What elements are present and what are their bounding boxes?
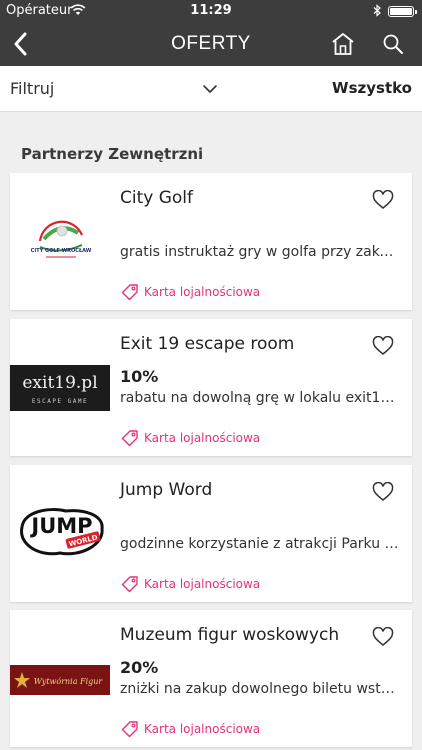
heart-icon[interactable] [372, 627, 394, 647]
tag-icon [121, 576, 138, 593]
clock: 11:29 [190, 3, 232, 18]
offer-amount: 10% [120, 367, 159, 386]
heart-icon[interactable] [372, 336, 394, 356]
tag-icon [121, 284, 138, 301]
heart-icon[interactable] [372, 482, 394, 502]
tag-label: Karta lojalnościowa [144, 722, 261, 736]
bluetooth-icon [373, 4, 381, 17]
navigation-bar: OFERTY [0, 22, 422, 66]
offer-name: Jump Word [120, 480, 213, 500]
wytwornia-figur-logo: Wytwórnia Figur [10, 610, 110, 747]
filter-bar[interactable]: Filtruj Wszystko [0, 66, 422, 112]
search-icon[interactable] [381, 32, 405, 56]
filter-value[interactable]: Wszystko [332, 79, 412, 97]
tag-label: Karta lojalnościowa [144, 431, 261, 445]
tag-icon [121, 721, 138, 738]
status-bar: Opérateur 11:29 [0, 0, 422, 22]
offer-amount: 20% [120, 658, 159, 677]
logo-text: JUMP [29, 514, 92, 538]
offer-name: City Golf [120, 188, 194, 208]
jump-world-logo: JUMP WORLD [10, 465, 110, 602]
logo-text: Wytwórnia Figur [34, 677, 104, 686]
offer-card[interactable]: exit19.pl ESCAPE GAME Exit 19 escape roo… [10, 319, 412, 456]
chevron-down-icon[interactable] [202, 83, 218, 95]
offer-name: Exit 19 escape room [120, 334, 295, 354]
city-golf-logo: CITY GOLF WROCŁAW [10, 173, 110, 310]
page-title: OFERTY [171, 33, 251, 54]
logo-text: exit19.pl [22, 373, 97, 393]
home-icon[interactable] [330, 31, 356, 57]
logo-text: CITY GOLF WROCŁAW [31, 248, 92, 254]
offer-description: zniżki na zakup dowolnego biletu wstępu [120, 681, 402, 697]
offer-description: godzinne korzystanie z atrakcji Parku Tr… [120, 536, 402, 552]
offer-description: rabatu na dowolną grę w lokalu exit19.pl [120, 390, 402, 406]
offer-description: gratis instruktaż gry w golfa przy zakup… [120, 244, 402, 260]
offer-card[interactable]: JUMP WORLD Jump Word godzinne korzystani… [10, 465, 412, 602]
section-title: Partnerzy Zewnętrzni [21, 145, 204, 163]
battery-icon [388, 6, 417, 17]
tag-label: Karta lojalnościowa [144, 577, 261, 591]
offer-name: Muzeum figur woskowych [120, 625, 340, 645]
tag-label: Karta lojalnościowa [144, 285, 261, 299]
offer-card[interactable]: Wytwórnia Figur Muzeum figur woskowych 2… [10, 610, 412, 747]
heart-icon[interactable] [372, 190, 394, 210]
exit19-logo: exit19.pl ESCAPE GAME [10, 319, 110, 456]
offer-card[interactable]: CITY GOLF WROCŁAW City Golf gratis instr… [10, 173, 412, 310]
filter-label: Filtruj [10, 79, 55, 98]
logo-subtext: ESCAPE GAME [32, 398, 88, 405]
tag-icon [121, 430, 138, 447]
